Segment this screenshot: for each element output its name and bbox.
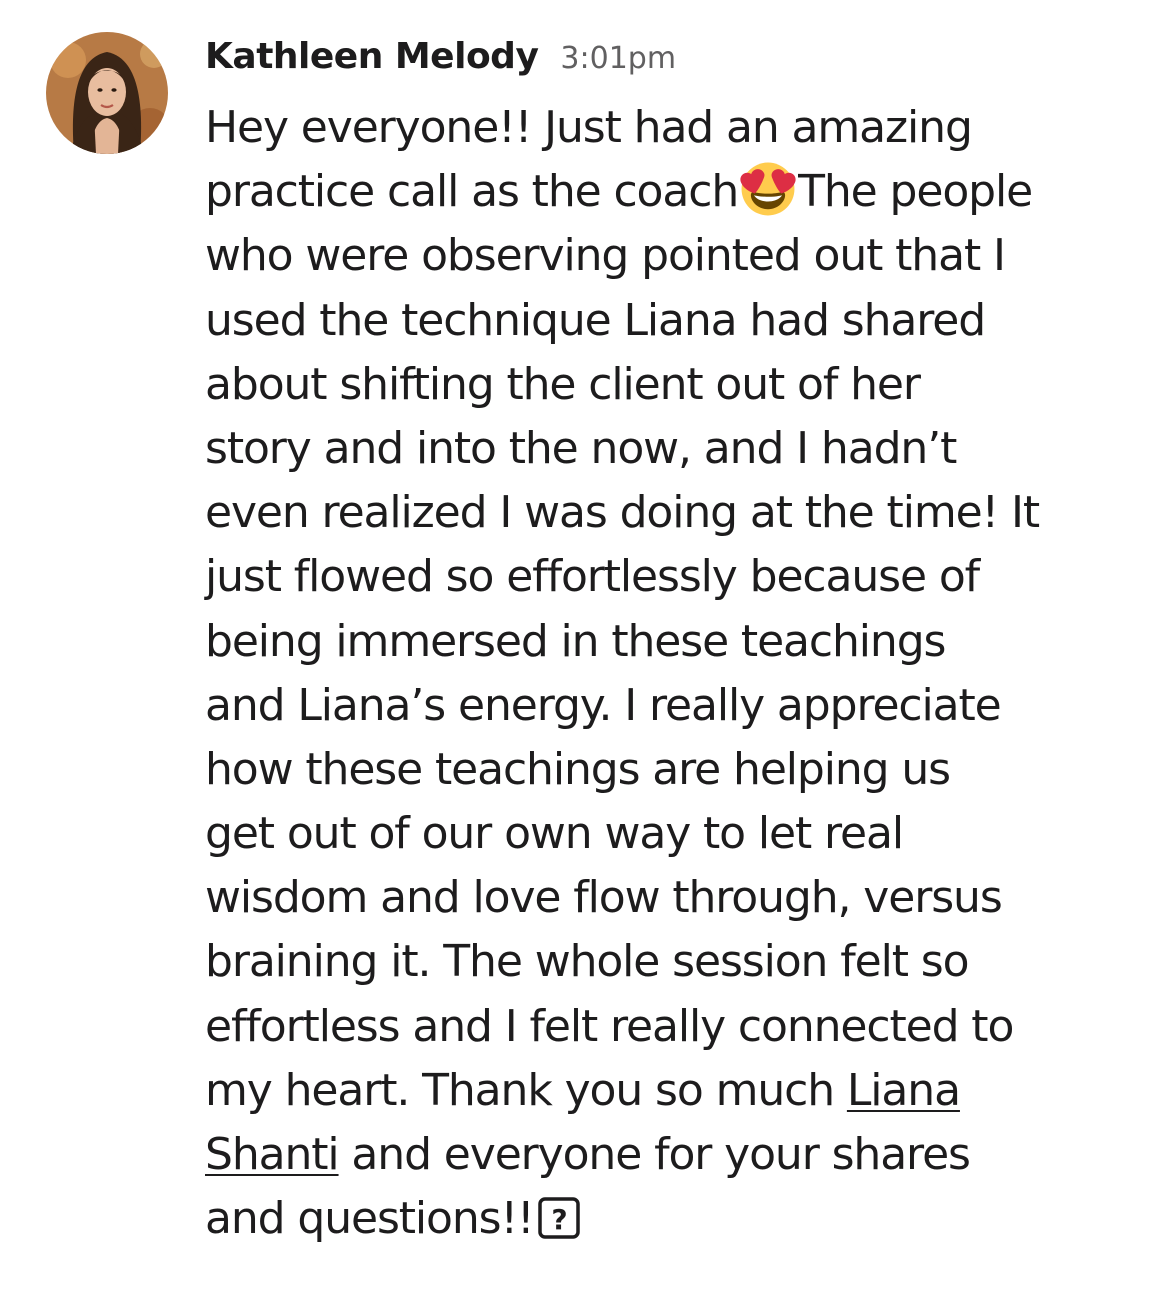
avatar-photo-icon <box>46 32 168 154</box>
message-line: Shanti and everyone for your shares <box>205 1129 971 1180</box>
message-line: even realized I was doing at the time! I… <box>205 487 1040 539</box>
message-line: wisdom and love flow through, versus <box>205 872 1003 924</box>
user-mention-link[interactable]: Shanti <box>205 1129 340 1180</box>
message-line: and Liana’s energy. I really appreciate <box>205 679 1002 731</box>
message-line: being immersed in these teachings <box>205 615 946 667</box>
heart-eyes-emoji-icon <box>740 162 796 216</box>
message-line: story and into the now, and I hadn’t <box>205 422 957 474</box>
author-avatar[interactable] <box>46 32 168 154</box>
message-line: braining it. The whole session felt so <box>205 936 970 988</box>
message-line: and questions!!? <box>205 1187 1140 1251</box>
message-line: my heart. Thank you so much Liana <box>205 1064 961 1116</box>
message-timestamp[interactable]: 3:01pm <box>560 41 676 76</box>
message-line: just flowed so effortlessly because of <box>205 551 980 603</box>
message-line: about shifting the client out of her <box>205 358 921 410</box>
message-line: get out of our own way to let real <box>205 808 904 860</box>
message-line: how these teachings are helping us <box>205 743 951 795</box>
svg-text:?: ? <box>551 1203 566 1236</box>
chat-message: Kathleen Melody 3:01pm Hey everyone!! Jus… <box>0 0 1170 1306</box>
message-line: practice call as the coach The people <box>205 160 1140 224</box>
message-line: effortless and I felt really connected t… <box>205 1000 1014 1052</box>
message-line: Hey everyone!! Just had an amazing <box>205 102 973 153</box>
message-header: Kathleen Melody 3:01pm <box>205 36 676 86</box>
missing-glyph-icon: ? <box>537 1197 580 1239</box>
message-line: used the technique Liana had shared <box>205 294 986 346</box>
message-body: Hey everyone!! Just had an amazing pract… <box>205 96 1140 1251</box>
message-line: who were observing pointed out that I <box>205 230 1006 282</box>
user-mention-link[interactable]: Liana <box>847 1065 961 1116</box>
author-name[interactable]: Kathleen Melody <box>205 36 539 77</box>
